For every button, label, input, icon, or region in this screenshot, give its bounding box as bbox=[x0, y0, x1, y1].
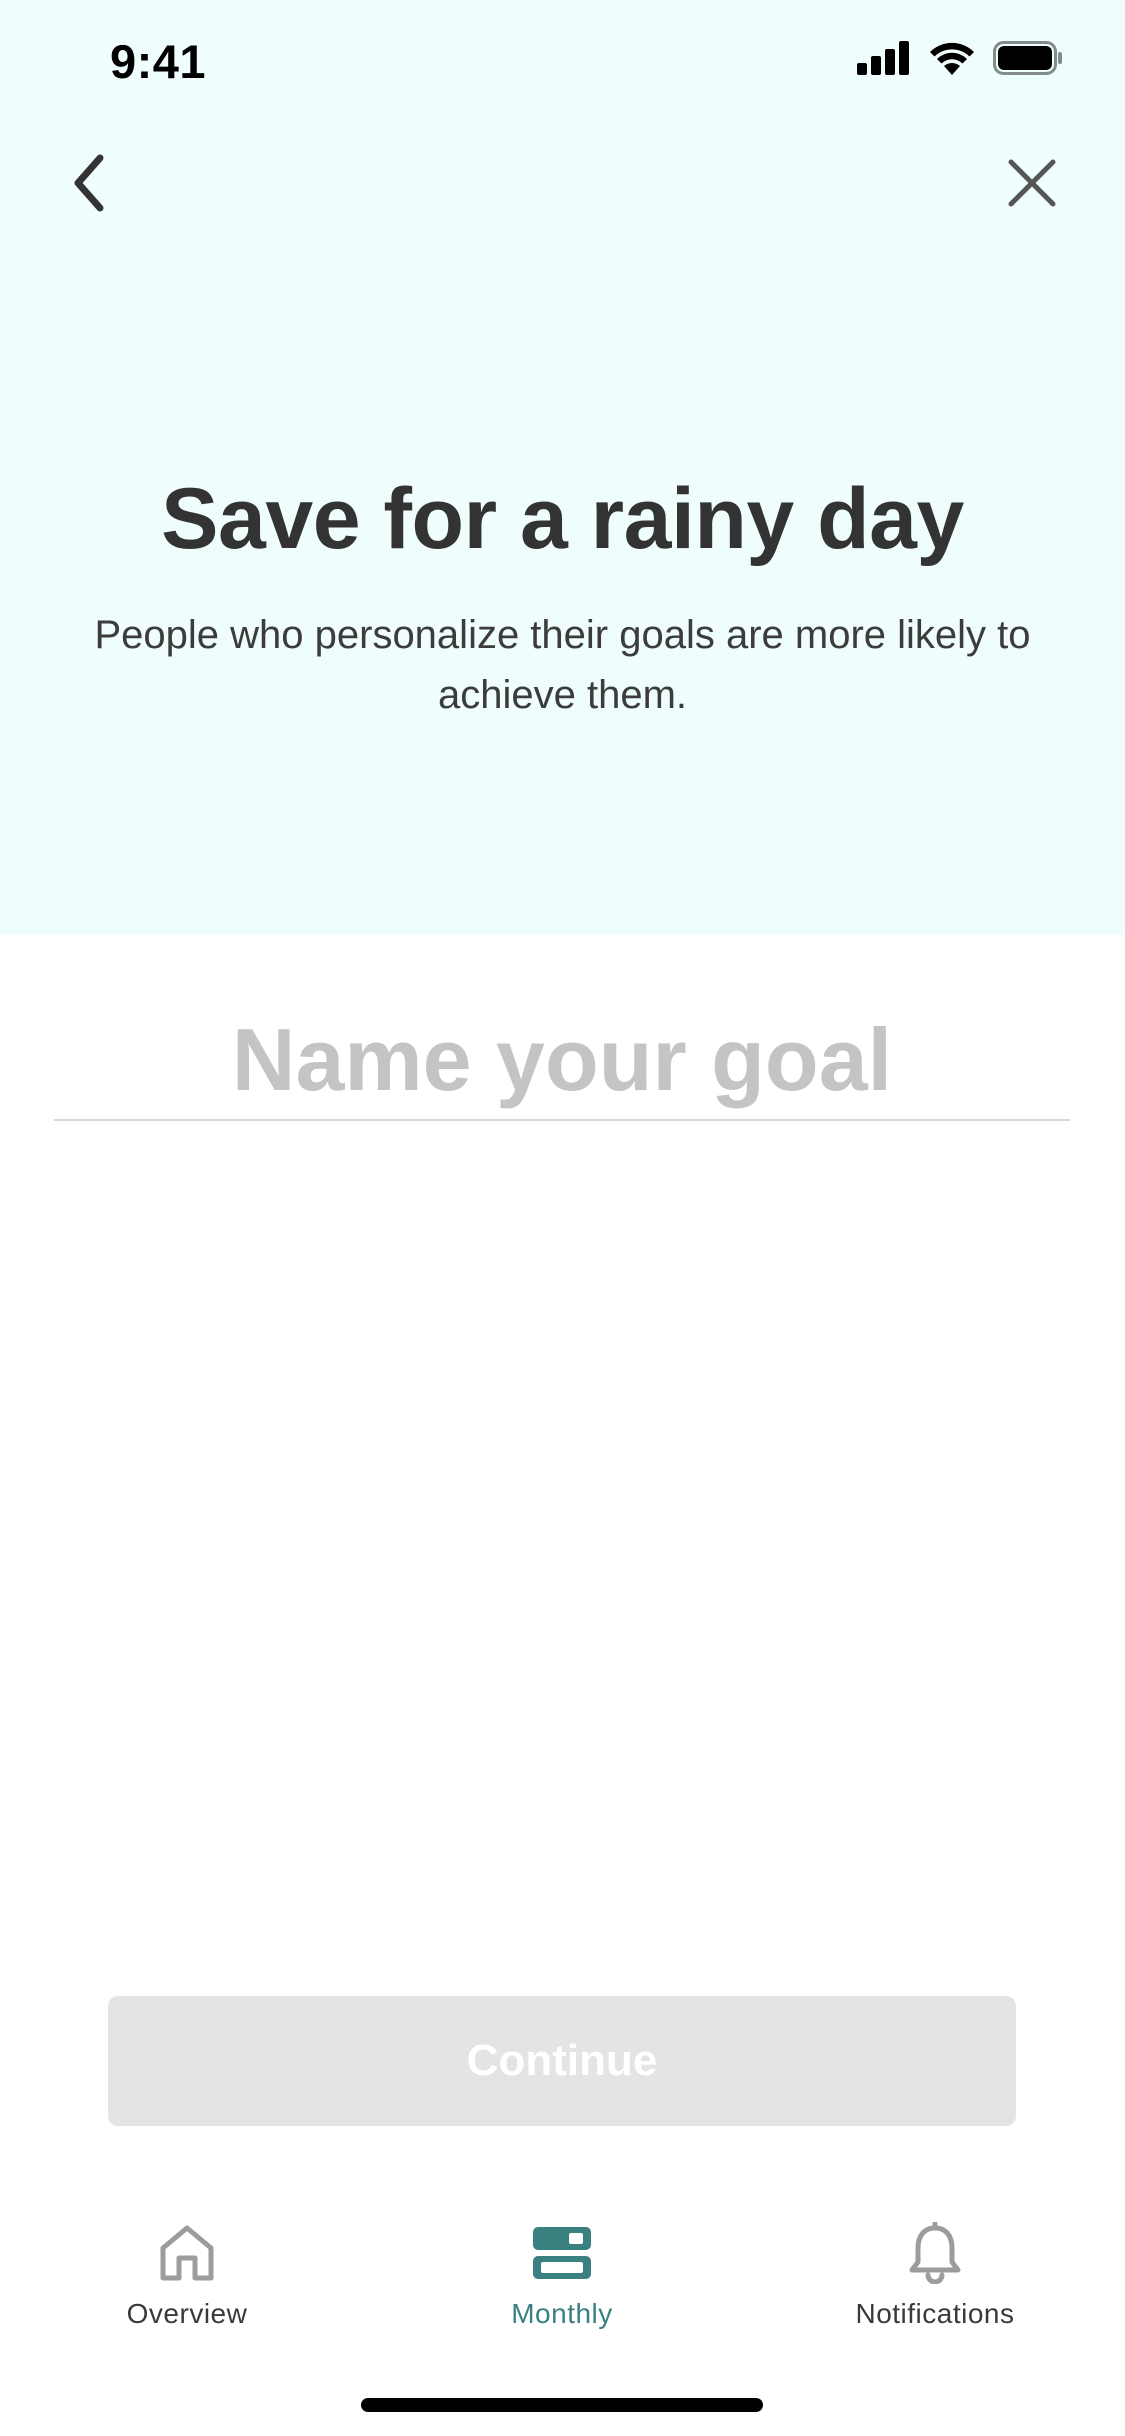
home-indicator bbox=[361, 2398, 763, 2412]
tab-overview[interactable]: Overview bbox=[37, 2220, 337, 2350]
page-title: Save for a rainy day bbox=[161, 471, 964, 567]
tab-notifications-label: Notifications bbox=[855, 2298, 1015, 2329]
monthly-icon bbox=[533, 2220, 591, 2286]
back-button[interactable] bbox=[58, 150, 118, 220]
tab-overview-label: Overview bbox=[126, 2298, 248, 2329]
wifi-icon bbox=[929, 41, 975, 80]
home-icon bbox=[159, 2220, 215, 2286]
goal-name-input[interactable] bbox=[54, 1000, 1070, 1120]
status-time: 9:41 bbox=[110, 35, 207, 88]
tab-bar: Overview Monthly Notifications bbox=[0, 2220, 1125, 2350]
screen: 9:41 Save for a rainy day People who per… bbox=[0, 0, 1125, 2436]
cellular-signal-icon bbox=[857, 40, 911, 80]
bell-icon bbox=[908, 2220, 962, 2286]
continue-button[interactable]: Continue bbox=[108, 1996, 1016, 2126]
close-icon bbox=[1007, 158, 1057, 213]
tab-monthly[interactable]: Monthly bbox=[412, 2220, 712, 2350]
tab-monthly-label: Monthly bbox=[511, 2298, 613, 2329]
battery-icon bbox=[993, 40, 1063, 80]
goal-input-underline bbox=[54, 1119, 1070, 1121]
hero-section bbox=[0, 0, 1125, 935]
chevron-left-icon bbox=[70, 153, 106, 218]
close-button[interactable] bbox=[997, 150, 1067, 220]
tab-notifications[interactable]: Notifications bbox=[785, 2220, 1085, 2350]
page-subtitle: People who personalize their goals are m… bbox=[94, 613, 1031, 717]
status-icons bbox=[857, 40, 1063, 80]
